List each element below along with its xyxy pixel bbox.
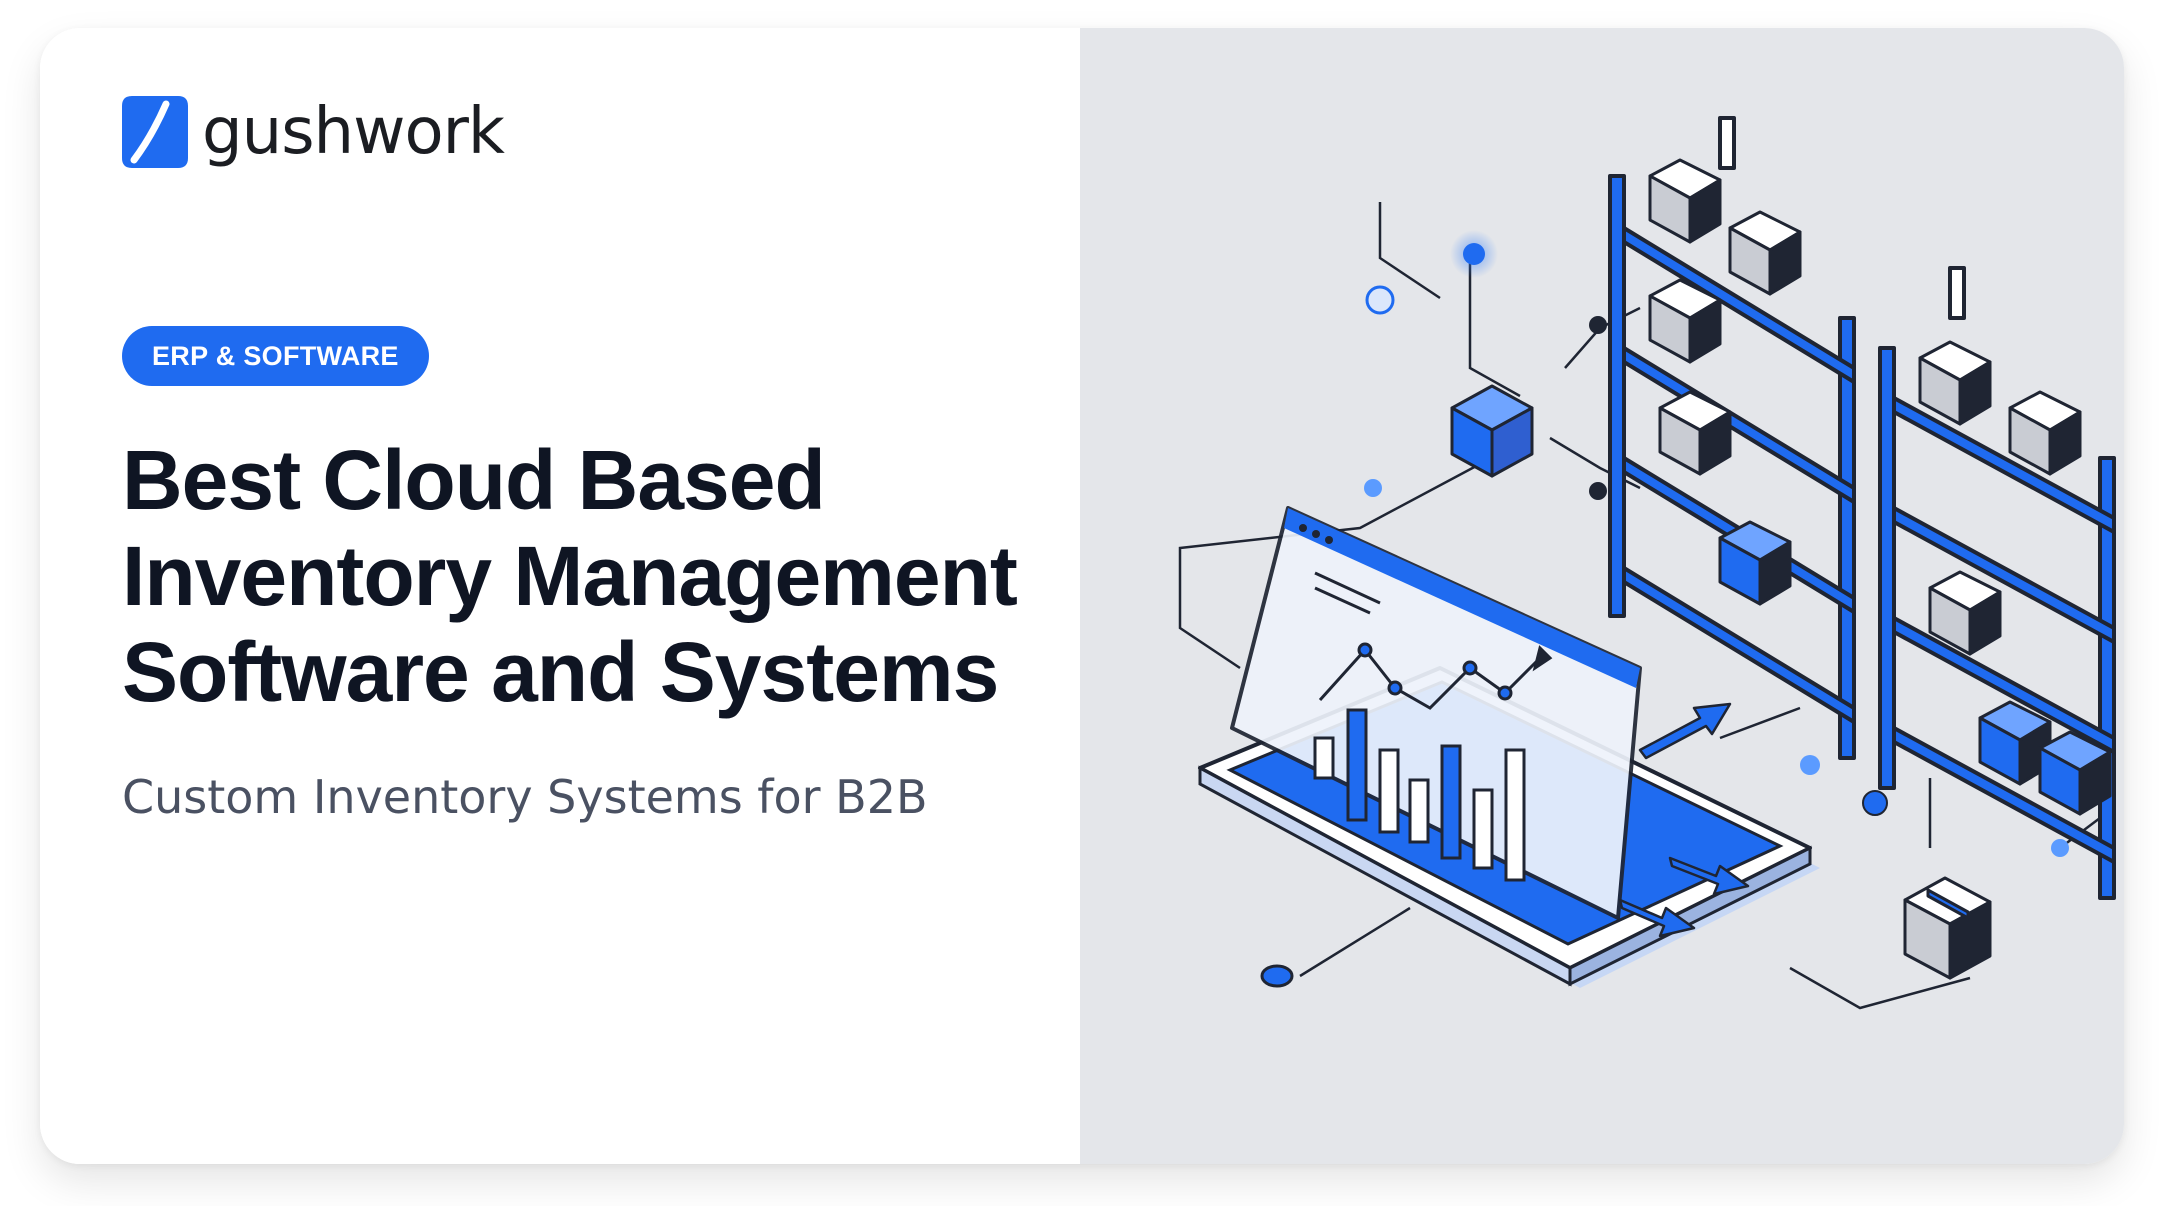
brand-name: gushwork <box>202 95 505 169</box>
title-line: Best Cloud Based <box>122 433 826 527</box>
title-line: Software and Systems <box>122 625 999 719</box>
hero-card: gushwork ERP & SOFTWARE Best Cloud Based… <box>40 28 2124 1164</box>
gushwork-logo-icon <box>122 96 188 168</box>
category-badge[interactable]: ERP & SOFTWARE <box>122 326 429 386</box>
package-box-icon <box>1450 384 1534 478</box>
brand-logo[interactable]: gushwork <box>122 95 505 169</box>
text-panel: gushwork ERP & SOFTWARE Best Cloud Based… <box>40 28 1080 1164</box>
inventory-illustration <box>1178 116 2116 1010</box>
title-line: Inventory Management <box>122 529 1018 623</box>
page-subtitle: Custom Inventory Systems for B2B <box>122 770 928 824</box>
illustration-panel <box>1080 28 2124 1164</box>
page-title: Best Cloud Based Inventory Management So… <box>122 432 1082 720</box>
